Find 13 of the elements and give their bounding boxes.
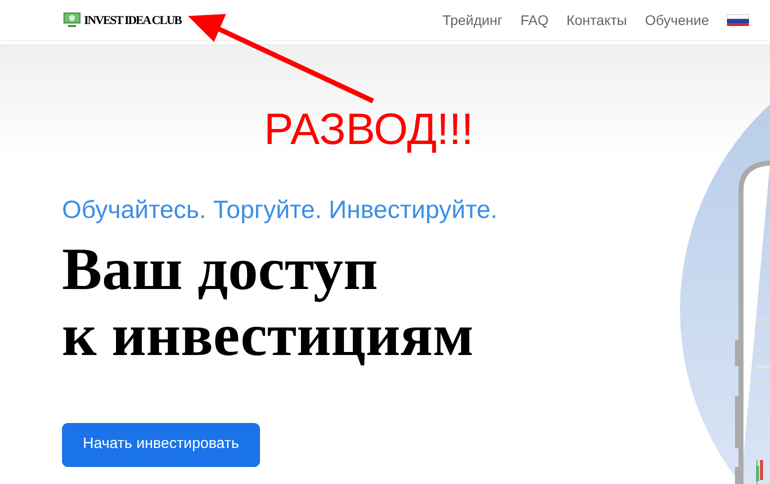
- nav-link[interactable]: Трейдинг: [442, 10, 502, 30]
- hero-heading: к инвестициям: [62, 302, 474, 368]
- hero-heading: Ваш доступ: [62, 236, 379, 302]
- flag-icon[interactable]: [727, 14, 749, 26]
- arrow-icon: [188, 14, 376, 104]
- tagline: Обучайтесь. Торгуйте. Инвестируйте.: [62, 195, 498, 226]
- nav-link[interactable]: Обучение: [644, 10, 709, 30]
- logo-text[interactable]: INVEST IDEA CLUB: [84, 11, 182, 29]
- nav-link[interactable]: Контакты: [566, 10, 627, 30]
- start-investing-button[interactable]: Начать инвестировать: [62, 422, 260, 466]
- annotation-text: РАЗВОД!!!: [264, 108, 474, 152]
- monitor-icon: [63, 12, 81, 28]
- nav-link[interactable]: FAQ: [520, 10, 548, 30]
